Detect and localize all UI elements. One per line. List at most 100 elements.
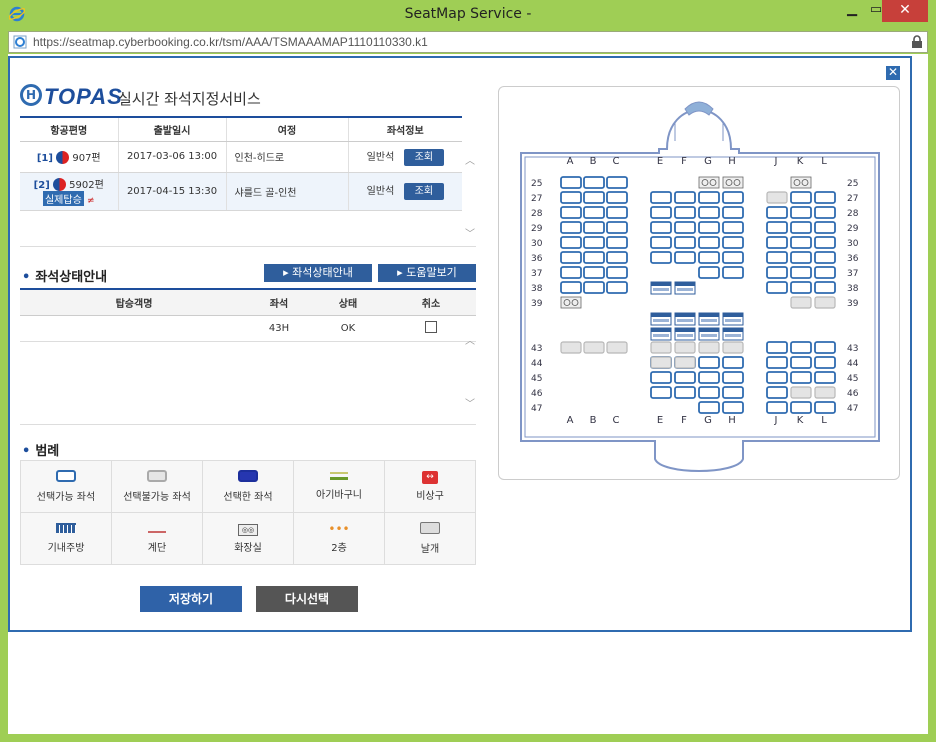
seat[interactable] xyxy=(814,341,836,354)
seat[interactable] xyxy=(560,191,582,204)
seat[interactable] xyxy=(583,341,605,354)
seat[interactable] xyxy=(766,221,788,234)
seat[interactable] xyxy=(698,341,720,354)
seat[interactable] xyxy=(814,206,836,219)
seat[interactable] xyxy=(650,386,672,399)
seat[interactable] xyxy=(650,206,672,219)
seat[interactable] xyxy=(766,251,788,264)
seat[interactable] xyxy=(583,191,605,204)
seat[interactable] xyxy=(722,401,744,414)
seat[interactable] xyxy=(790,221,812,234)
scroll-up-icon[interactable]: ︿ xyxy=(465,332,475,347)
seat[interactable] xyxy=(674,206,696,219)
seat[interactable] xyxy=(674,386,696,399)
seat[interactable] xyxy=(674,236,696,249)
seat[interactable] xyxy=(814,281,836,294)
lookup-button[interactable]: 조회 xyxy=(403,148,444,166)
seat[interactable] xyxy=(790,356,812,369)
seat[interactable] xyxy=(766,356,788,369)
seat[interactable] xyxy=(790,191,812,204)
seat[interactable] xyxy=(583,206,605,219)
seat[interactable] xyxy=(790,296,812,309)
close-dialog-icon[interactable]: ✕ xyxy=(886,66,900,80)
seat[interactable] xyxy=(606,221,628,234)
seat[interactable] xyxy=(650,251,672,264)
seat[interactable] xyxy=(698,401,720,414)
seat[interactable] xyxy=(722,371,744,384)
seat[interactable] xyxy=(766,341,788,354)
seat[interactable] xyxy=(650,236,672,249)
seat[interactable] xyxy=(674,191,696,204)
seat[interactable] xyxy=(722,221,744,234)
seat[interactable] xyxy=(790,236,812,249)
passenger-scrollbar[interactable]: ︿ ﹀ xyxy=(462,320,478,410)
seat[interactable] xyxy=(606,266,628,279)
seat[interactable] xyxy=(814,296,836,309)
seat[interactable] xyxy=(790,266,812,279)
help-button[interactable]: ▸ 도움말보기 xyxy=(378,264,476,282)
seat[interactable] xyxy=(722,236,744,249)
seat[interactable] xyxy=(790,401,812,414)
scroll-up-icon[interactable]: ︿ xyxy=(465,152,475,167)
seat[interactable] xyxy=(766,281,788,294)
seat[interactable] xyxy=(560,176,582,189)
seat[interactable] xyxy=(583,266,605,279)
seat[interactable] xyxy=(674,356,696,369)
flight-scrollbar[interactable]: ︿ ﹀ xyxy=(462,140,478,240)
seat[interactable] xyxy=(814,386,836,399)
seat[interactable] xyxy=(790,251,812,264)
address-bar[interactable]: https://seatmap.cyberbooking.co.kr/tsm/A… xyxy=(8,31,928,53)
seat[interactable] xyxy=(698,386,720,399)
seat[interactable] xyxy=(698,191,720,204)
seat[interactable] xyxy=(698,356,720,369)
seat[interactable] xyxy=(790,371,812,384)
seat[interactable] xyxy=(606,251,628,264)
seat[interactable] xyxy=(766,191,788,204)
seat[interactable] xyxy=(814,356,836,369)
seat[interactable] xyxy=(766,401,788,414)
seat[interactable] xyxy=(790,206,812,219)
scroll-down-icon[interactable]: ﹀ xyxy=(465,225,475,240)
seat[interactable] xyxy=(766,386,788,399)
seat[interactable] xyxy=(698,221,720,234)
seat[interactable] xyxy=(766,206,788,219)
seat[interactable] xyxy=(814,221,836,234)
seat[interactable] xyxy=(674,251,696,264)
seat[interactable] xyxy=(814,191,836,204)
seat[interactable] xyxy=(650,371,672,384)
seat[interactable] xyxy=(698,251,720,264)
seat[interactable] xyxy=(606,236,628,249)
seat[interactable] xyxy=(814,401,836,414)
seat[interactable] xyxy=(606,206,628,219)
seat[interactable] xyxy=(766,236,788,249)
seat[interactable] xyxy=(766,371,788,384)
reset-button[interactable]: 다시선택 xyxy=(256,586,358,612)
seat[interactable] xyxy=(650,341,672,354)
seat[interactable] xyxy=(698,266,720,279)
seat[interactable] xyxy=(583,281,605,294)
seat[interactable] xyxy=(674,221,696,234)
flight-row-2[interactable]: [2] 5902편 실제탑승 ≠ 2017-04-15 13:30 샤를드 골-인… xyxy=(20,172,462,211)
seat[interactable] xyxy=(583,221,605,234)
seat[interactable] xyxy=(583,176,605,189)
seat[interactable] xyxy=(583,251,605,264)
seat[interactable] xyxy=(560,236,582,249)
close-window-button[interactable]: ✕ xyxy=(882,0,928,22)
seat[interactable] xyxy=(674,341,696,354)
lookup-button[interactable]: 조회 xyxy=(403,183,444,200)
save-button[interactable]: 저장하기 xyxy=(140,586,242,612)
seat[interactable] xyxy=(722,206,744,219)
seat[interactable] xyxy=(560,341,582,354)
minimize-button[interactable]: ▁ xyxy=(842,0,862,22)
seat[interactable] xyxy=(583,236,605,249)
seat[interactable] xyxy=(766,266,788,279)
seat[interactable] xyxy=(698,236,720,249)
seat[interactable] xyxy=(722,341,744,354)
seat[interactable] xyxy=(650,221,672,234)
seat[interactable] xyxy=(606,341,628,354)
seat[interactable] xyxy=(674,371,696,384)
seat[interactable] xyxy=(560,281,582,294)
seat[interactable] xyxy=(814,236,836,249)
seat[interactable] xyxy=(722,386,744,399)
seat[interactable] xyxy=(722,191,744,204)
